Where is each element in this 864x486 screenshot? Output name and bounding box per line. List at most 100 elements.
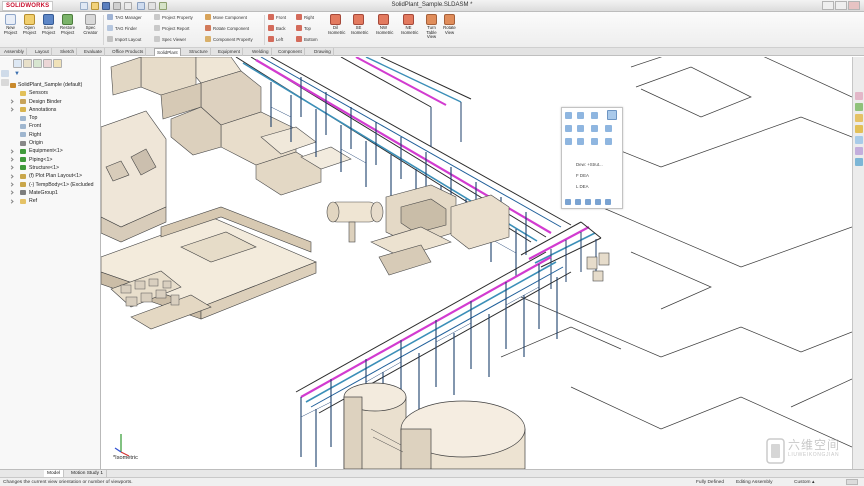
tab-office-products[interactable]: Office Products: [110, 48, 147, 56]
configuration-manager-tab-icon[interactable]: [33, 59, 42, 68]
nw-isometric-button[interactable]: NW Isometric: [376, 14, 393, 35]
display-manager-tab-icon[interactable]: [53, 59, 62, 68]
two-viewport-icon[interactable]: [575, 199, 581, 205]
right-view-icon[interactable]: [577, 125, 584, 132]
appearances-icon[interactable]: [855, 147, 863, 155]
tree-item-annotations[interactable]: Annotations: [9, 106, 101, 114]
custom-view-item[interactable]: L DEA: [576, 184, 589, 189]
tab-drawing[interactable]: Drawing: [312, 48, 334, 56]
tab-welding[interactable]: Welding: [250, 48, 272, 56]
expand-pane-icon[interactable]: [1, 79, 9, 86]
normal-to-icon[interactable]: [591, 138, 598, 145]
tree-item-sensors[interactable]: Sensors: [10, 89, 101, 97]
ne-isometric-button[interactable]: NE Isometric: [401, 14, 418, 35]
rotate-component-button[interactable]: Rotate Component: [205, 24, 249, 34]
link-views-icon[interactable]: [605, 138, 612, 145]
units-selector[interactable]: Custom: [794, 479, 811, 486]
help-icon[interactable]: [846, 479, 858, 485]
tab-equipment[interactable]: Equipment: [216, 48, 243, 56]
tab-solidplant[interactable]: SolidPlant: [154, 48, 181, 56]
four-viewport-icon[interactable]: [595, 199, 601, 205]
filter-icon[interactable]: ▼: [14, 71, 20, 77]
view-selector-icon[interactable]: [565, 112, 572, 119]
single-viewport-icon[interactable]: [565, 199, 571, 205]
custom-view-item[interactable]: F DEA: [576, 173, 589, 178]
custom-view-item[interactable]: Dew: +Strut...: [576, 162, 603, 167]
two-viewport-vertical-icon[interactable]: [585, 199, 591, 205]
tree-item-top-plane[interactable]: Top: [10, 114, 101, 122]
new-view-icon[interactable]: [605, 199, 611, 205]
tree-item-design-binder[interactable]: Design Binder: [9, 98, 101, 106]
graphics-area[interactable]: Dew: +Strut... F DEA L DEA *Isometric: [101, 57, 852, 469]
turn-table-icon: [426, 14, 437, 25]
import-layout-button[interactable]: Import Layout: [107, 35, 141, 45]
minimize-button[interactable]: [822, 1, 834, 10]
top-view-icon[interactable]: [591, 125, 598, 132]
plant-3d-model[interactable]: [101, 57, 852, 469]
tree-item-label: Ref: [29, 198, 38, 205]
resources-icon[interactable]: [855, 92, 863, 100]
isometric-view-icon[interactable]: [607, 110, 617, 120]
front-view-icon[interactable]: [577, 112, 584, 119]
tab-component[interactable]: Component: [276, 48, 305, 56]
view-right-button[interactable]: Right: [296, 13, 314, 23]
tree-item-front-plane[interactable]: Front: [10, 122, 101, 130]
dil-isometric-button[interactable]: Dil Isometric: [328, 14, 345, 35]
maximize-button[interactable]: [835, 1, 847, 10]
chevron-up-icon[interactable]: ▴: [812, 479, 814, 486]
project-property-button[interactable]: Project Property: [154, 13, 193, 23]
spec-creator-button[interactable]: Spec Creator: [83, 14, 98, 35]
restore-project-label: Restore Project: [60, 25, 76, 35]
tree-item-structure[interactable]: Structure<1>: [9, 164, 101, 172]
tree-item-mategroup[interactable]: MateGroup1: [9, 189, 101, 197]
spec-viewer-button[interactable]: Spec Viewer: [154, 35, 186, 45]
tab-evaluate[interactable]: Evaluate: [82, 48, 105, 56]
view-top-button[interactable]: Top: [296, 24, 311, 34]
tree-item-ref-folder[interactable]: Ref: [9, 197, 101, 205]
save-project-button[interactable]: Save Project: [41, 14, 56, 35]
tree-item-equipment[interactable]: Equipment<1>: [9, 147, 101, 155]
tree-item-tempbody[interactable]: (-) TempBody<1> (Excluded: [9, 181, 101, 189]
back-view-icon[interactable]: [591, 112, 598, 119]
custom-properties-icon[interactable]: [855, 158, 863, 166]
new-project-button[interactable]: New Project: [3, 14, 18, 35]
tab-structure[interactable]: Structure: [187, 48, 211, 56]
property-manager-tab-icon[interactable]: [23, 59, 32, 68]
turn-table-view-button[interactable]: Turn Table View: [424, 14, 439, 40]
close-button[interactable]: [848, 1, 860, 10]
trimetric-view-icon[interactable]: [565, 138, 572, 145]
view-front-button[interactable]: Front: [268, 13, 286, 23]
view-left-button[interactable]: Left: [268, 35, 283, 45]
rotate-view-button[interactable]: Rotate View: [442, 14, 457, 35]
se-isometric-button[interactable]: SE Isometric: [351, 14, 368, 35]
dimxpert-tab-icon[interactable]: [43, 59, 52, 68]
move-component-button[interactable]: Move Component: [205, 13, 247, 23]
feature-manager-tab-icon[interactable]: [13, 59, 22, 68]
project-report-button[interactable]: Project Report: [154, 24, 189, 34]
tree-item-plot-plan-layout[interactable]: (f) Plot Plan Layout<1>: [9, 172, 101, 180]
tag-manager-button[interactable]: TAG Manager: [107, 13, 142, 23]
view-orientation-flyout[interactable]: Dew: +Strut... F DEA L DEA: [561, 107, 623, 209]
search-icon[interactable]: [855, 125, 863, 133]
file-explorer-icon[interactable]: [855, 114, 863, 122]
view-bottom-button[interactable]: Bottom: [296, 35, 318, 45]
design-library-icon[interactable]: [855, 103, 863, 111]
restore-project-button[interactable]: Restore Project: [60, 14, 75, 35]
pin-icon[interactable]: [1, 70, 9, 77]
tree-item-root-assembly[interactable]: SolidPlant_Sample (default): [10, 81, 101, 89]
tree-item-right-plane[interactable]: Right: [10, 131, 101, 139]
view-back-button[interactable]: Back: [268, 24, 286, 34]
tag-finder-button[interactable]: TAG Finder: [107, 24, 137, 34]
view-palette-icon[interactable]: [855, 136, 863, 144]
component-property-button[interactable]: Component Property: [205, 35, 253, 45]
left-view-icon[interactable]: [565, 125, 572, 132]
tab-sketch[interactable]: Sketch: [58, 48, 78, 56]
tree-item-piping[interactable]: Piping<1>: [9, 156, 101, 164]
tree-item-origin[interactable]: Origin: [10, 139, 101, 147]
tab-assembly[interactable]: Assembly: [2, 48, 27, 56]
tree-item-label: (f) Plot Plan Layout<1>: [29, 173, 83, 180]
open-project-button[interactable]: Open Project: [22, 14, 37, 35]
tab-layout[interactable]: Layout: [33, 48, 52, 56]
dimetric-view-icon[interactable]: [577, 138, 584, 145]
bottom-view-icon[interactable]: [605, 125, 612, 132]
